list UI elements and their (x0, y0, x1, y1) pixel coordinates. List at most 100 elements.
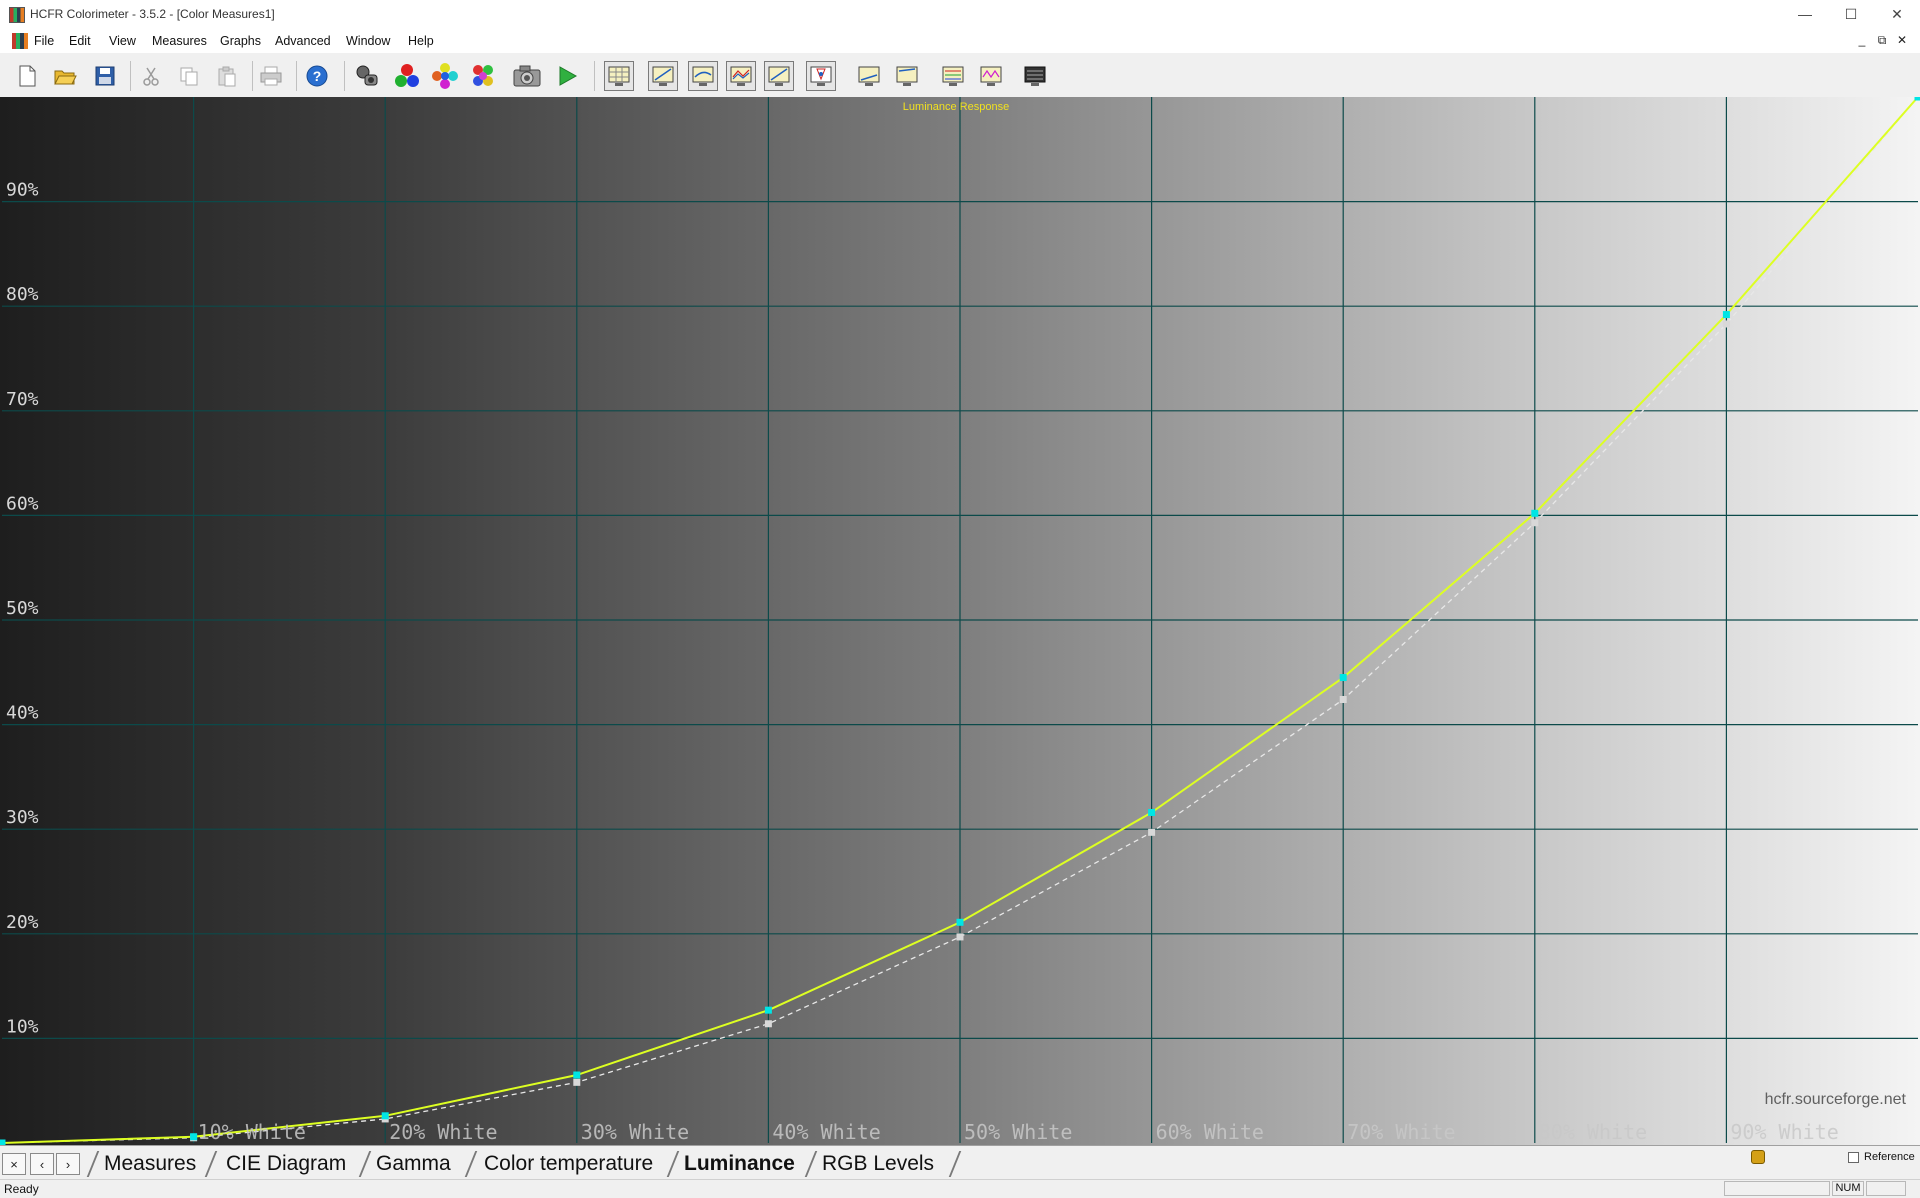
cut-button[interactable] (136, 61, 166, 91)
svg-text:?: ? (313, 68, 322, 84)
paste-icon (216, 65, 238, 87)
y-axis-label: 70% (6, 389, 39, 410)
y-axis-label: 30% (6, 807, 39, 828)
window-title: HCFR Colorimeter - 3.5.2 - [Color Measur… (30, 7, 275, 21)
paste-button[interactable] (212, 61, 242, 91)
x-axis-label: 10% White (198, 1120, 306, 1144)
save-button[interactable] (90, 61, 120, 91)
y-axis-label: 80% (6, 284, 39, 305)
status-panel-empty (1724, 1181, 1830, 1196)
tab-color-temperature[interactable]: Color temperature (484, 1151, 653, 1177)
cie-diagram-icon (651, 65, 675, 87)
capture-button[interactable] (512, 61, 542, 91)
open-button[interactable] (50, 61, 80, 91)
tab-rgb-levels[interactable]: RGB Levels (822, 1151, 934, 1177)
data-point (957, 933, 964, 940)
sensor-button[interactable] (352, 61, 382, 91)
luminance-view-button[interactable] (764, 61, 794, 91)
secondary-colors-button[interactable] (430, 61, 460, 91)
x-axis-label: 90% White (1730, 1120, 1838, 1144)
data-point (382, 1112, 389, 1119)
color-temperature-view-button[interactable] (726, 61, 756, 91)
status-panel-empty (1866, 1181, 1906, 1196)
color-ring-icon (431, 62, 459, 90)
copy-button[interactable] (174, 61, 204, 91)
rgb-levels-view-button[interactable] (806, 61, 836, 91)
cut-icon (140, 65, 162, 87)
mdi-close-button[interactable]: ✕ (1894, 33, 1910, 47)
new-document-button[interactable] (12, 61, 42, 91)
menu-edit[interactable]: Edit (69, 34, 91, 48)
new-document-icon (16, 64, 38, 88)
tab-luminance[interactable]: Luminance (684, 1151, 795, 1177)
menu-help[interactable]: Help (408, 34, 434, 48)
app-icon (9, 7, 25, 23)
save-icon (94, 65, 116, 87)
x-axis-label: 20% White (389, 1120, 497, 1144)
gamma-view-button[interactable] (688, 61, 718, 91)
tab-measures[interactable]: Measures (104, 1151, 196, 1177)
data-point (957, 919, 964, 926)
tab-divider (359, 1151, 372, 1177)
menu-measures[interactable]: Measures (152, 34, 207, 48)
data-point (1340, 674, 1347, 681)
toolbar-separator (252, 61, 253, 91)
camera-icon (512, 64, 542, 88)
near-white-view-button[interactable] (892, 61, 922, 91)
colors-palette-button[interactable] (468, 61, 498, 91)
data-point (1148, 809, 1155, 816)
copy-icon (178, 65, 200, 87)
tab-divider (87, 1151, 100, 1177)
gamma-icon (691, 65, 715, 87)
tab-cie-diagram[interactable]: CIE Diagram (226, 1151, 346, 1177)
data-point (190, 1133, 197, 1140)
tab-gamma[interactable]: Gamma (376, 1151, 451, 1177)
sensor-status-icon (1751, 1150, 1765, 1164)
measures-view-button[interactable] (604, 61, 634, 91)
toolbar-separator (130, 61, 131, 91)
menu-advanced[interactable]: Advanced (275, 34, 331, 48)
saturation-view-button[interactable] (938, 61, 968, 91)
minimize-button[interactable]: — (1782, 0, 1828, 29)
color-temperature-icon (729, 65, 753, 87)
near-black-view-button[interactable] (854, 61, 884, 91)
menu-file[interactable]: File (34, 34, 54, 48)
tab-divider (667, 1151, 680, 1177)
data-point (1915, 97, 1920, 101)
print-button[interactable] (256, 61, 286, 91)
prev-tab-button[interactable]: ‹ (30, 1153, 54, 1175)
menu-graphs[interactable]: Graphs (220, 34, 261, 48)
menu-view[interactable]: View (109, 34, 136, 48)
menu-window[interactable]: Window (346, 34, 390, 48)
measure-chart-view-button[interactable] (1020, 61, 1050, 91)
data-point (1723, 320, 1730, 327)
measures-grid-icon (607, 65, 631, 87)
close-button[interactable]: ✕ (1874, 0, 1920, 29)
color-comparator-icon (979, 65, 1003, 87)
status-text: Ready (4, 1182, 39, 1196)
maximize-button[interactable]: ☐ (1828, 0, 1874, 29)
start-measure-button[interactable] (552, 61, 582, 91)
data-point (765, 1020, 772, 1027)
rgb-measure-button[interactable] (392, 61, 422, 91)
close-view-button[interactable]: × (2, 1153, 26, 1175)
y-axis-label: 40% (6, 703, 39, 724)
data-point (1340, 696, 1347, 703)
toolbar: ? (0, 53, 1920, 98)
mdi-restore-button[interactable]: ⧉ (1874, 33, 1890, 48)
measure-chart-icon (1023, 65, 1047, 87)
color-comparator-view-button[interactable] (976, 61, 1006, 91)
status-bar: Ready NUM (0, 1179, 1920, 1198)
open-folder-icon (53, 65, 77, 87)
next-tab-button[interactable]: › (56, 1153, 80, 1175)
data-point (1531, 510, 1538, 517)
chart-watermark: hcfr.sourceforge.net (1765, 1091, 1907, 1108)
cie-diagram-view-button[interactable] (648, 61, 678, 91)
mdi-minimize-button[interactable]: _ (1854, 33, 1870, 47)
reference-checkbox[interactable] (1848, 1152, 1859, 1163)
color-palette-icon (469, 62, 497, 90)
help-button[interactable]: ? (302, 61, 332, 91)
data-point (765, 1007, 772, 1014)
saturation-icon (941, 65, 965, 87)
document-icon (12, 33, 28, 49)
